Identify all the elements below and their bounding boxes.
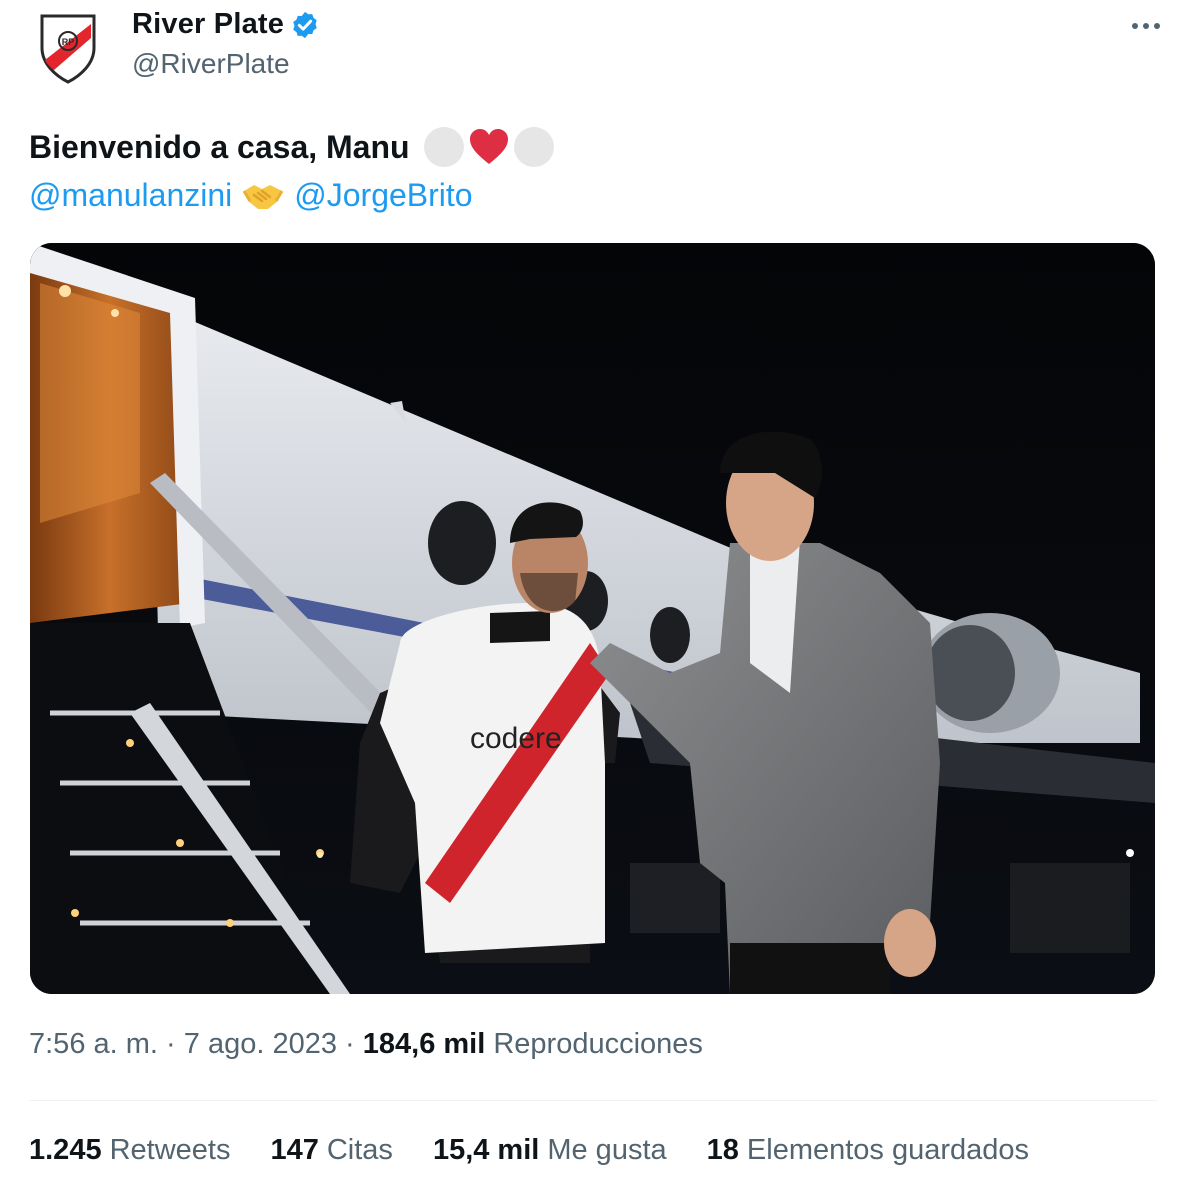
- retweets-stat[interactable]: 1.245 Retweets: [29, 1134, 230, 1167]
- divider: [29, 1100, 1157, 1101]
- views-label: Reproducciones: [493, 1028, 703, 1060]
- red-heart-emoji-icon: [469, 129, 508, 164]
- verified-badge-icon: [293, 11, 317, 38]
- quotes-label: Citas: [326, 1134, 393, 1166]
- display-name[interactable]: River Plate: [132, 8, 284, 41]
- bookmarks-label: Elementos guardados: [746, 1134, 1030, 1166]
- meta-separator: ·: [166, 1028, 176, 1060]
- tweet-stats: 1.245 Retweets 147 Citas 15,4 mil Me gusta …: [29, 1134, 1069, 1167]
- more-options-button[interactable]: [1126, 8, 1166, 44]
- tweet: RP River Plate @RiverPlate Bienvenido a …: [0, 0, 1200, 1195]
- tweet-meta: 7:56 a. m. · 7 ago. 2023 · 184,6 mil Rep…: [29, 1028, 703, 1061]
- bookmarks-stat[interactable]: 18 Elementos guardados: [707, 1134, 1029, 1167]
- quotes-stat[interactable]: 147 Citas: [270, 1134, 392, 1167]
- mention-link[interactable]: @JorgeBrito: [294, 177, 472, 214]
- account-handle[interactable]: @RiverPlate: [132, 48, 290, 80]
- likes-label: Me gusta: [547, 1134, 667, 1166]
- white-circle-emoji-icon: [423, 127, 464, 167]
- more-dot-icon: [1132, 23, 1138, 29]
- jersey-sponsor-text: codere: [470, 722, 562, 755]
- quotes-count: 147: [270, 1134, 319, 1166]
- handshake-emoji-icon: [242, 185, 284, 209]
- photo-airport-night-scene: codere: [30, 243, 1155, 994]
- tweet-text: Bienvenido a casa, Manu: [29, 124, 554, 170]
- bookmarks-count: 18: [706, 1134, 739, 1166]
- mention-link[interactable]: @manulanzini: [29, 177, 232, 214]
- retweets-label: Retweets: [109, 1134, 231, 1166]
- account-name-row[interactable]: River Plate: [132, 8, 320, 41]
- views-count: 184,6 mil: [362, 1028, 486, 1060]
- svg-text:RP: RP: [62, 37, 75, 47]
- likes-stat[interactable]: 15,4 mil Me gusta: [433, 1134, 667, 1167]
- tweet-date[interactable]: 7 ago. 2023: [184, 1028, 337, 1060]
- river-plate-crest-icon: RP: [40, 14, 96, 84]
- tweet-text-content: Bienvenido a casa, Manu: [29, 128, 410, 165]
- more-dot-icon: [1154, 23, 1160, 29]
- tweet-photo[interactable]: codere: [30, 243, 1155, 994]
- meta-separator: ·: [345, 1028, 355, 1060]
- more-dot-icon: [1143, 23, 1149, 29]
- white-circle-emoji-icon: [513, 127, 554, 167]
- avatar[interactable]: RP: [30, 8, 106, 84]
- tweet-mentions: @manulanzini @JorgeBrito: [29, 172, 473, 218]
- tweet-time[interactable]: 7:56 a. m.: [29, 1028, 158, 1060]
- retweets-count: 1.245: [29, 1134, 102, 1166]
- likes-count: 15,4 mil: [432, 1134, 540, 1166]
